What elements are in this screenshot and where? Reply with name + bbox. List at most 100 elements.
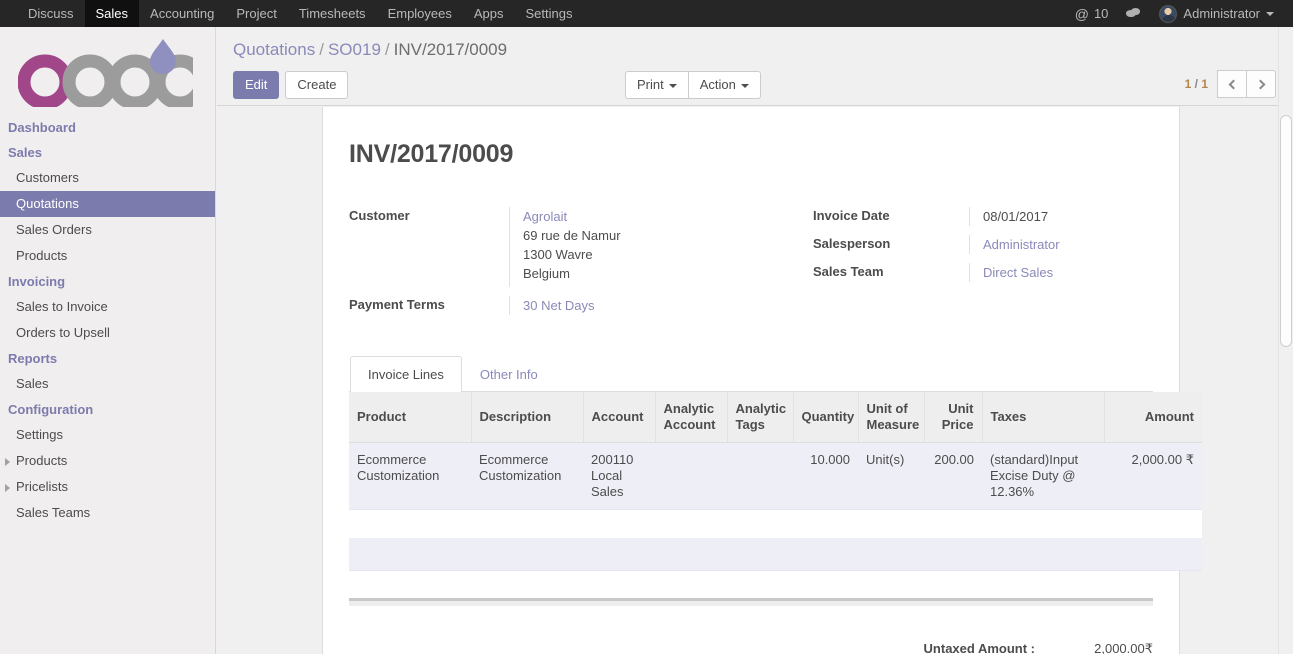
app-menu-settings[interactable]: Settings <box>515 0 584 27</box>
pager-total: 1 <box>1201 77 1208 91</box>
avatar-icon <box>1159 4 1178 23</box>
app-menu-accounting[interactable]: Accounting <box>139 0 225 27</box>
sidebar-item-orders-to-upsell[interactable]: Orders to Upsell <box>0 320 215 346</box>
breadcrumb-separator: / <box>384 40 390 59</box>
sidebar-label: Products <box>16 248 68 263</box>
action-label: Action <box>699 77 736 92</box>
app-menu-discuss[interactable]: Discuss <box>17 0 85 27</box>
invoice-lines-body: Ecommerce Customization Ecommerce Customi… <box>349 442 1202 571</box>
user-menu[interactable]: Administrator <box>1150 0 1283 27</box>
app-menu-apps[interactable]: Apps <box>463 0 515 27</box>
pager-next-button[interactable] <box>1246 70 1276 98</box>
field-label: Sales Team <box>813 264 884 279</box>
caret-right-icon <box>5 458 10 466</box>
field-value: Direct Sales <box>969 263 1153 282</box>
field-value-link[interactable]: Direct Sales <box>983 263 1153 282</box>
column-header-quantity: Quantity <box>793 392 859 443</box>
app-menu-timesheets[interactable]: Timesheets <box>288 0 377 27</box>
sidebar-section-configuration[interactable]: Configuration <box>0 397 215 422</box>
column-header-unit-of-measure: Unit of Measure <box>858 392 925 443</box>
sidebar-label: Customers <box>16 170 79 185</box>
column-header-account: Account <box>583 392 656 443</box>
table-gap <box>349 571 1153 598</box>
sidebar-item-settings[interactable]: Settings <box>0 422 215 448</box>
tab-invoice-lines[interactable]: Invoice Lines <box>350 356 462 392</box>
breadcrumb-item-1[interactable]: Quotations <box>233 40 315 59</box>
sidebar-section-invoicing[interactable]: Invoicing <box>0 269 215 294</box>
field-value: 08/01/2017 <box>969 207 1153 226</box>
field-value-link[interactable]: 30 Net Days <box>523 296 751 315</box>
control-panel: Quotations / SO019/INV/2017/0009 Edit Crea… <box>217 27 1293 106</box>
column-header-unit-price: Unit Price <box>924 392 983 443</box>
sidebar-label: Pricelists <box>16 479 69 494</box>
print-label: Print <box>637 77 664 92</box>
sidebar-item-pricelists[interactable]: Pricelists <box>0 474 215 500</box>
page-scrollbar-thumb[interactable] <box>1280 115 1292 347</box>
field-value-link[interactable]: Agrolait <box>523 207 751 226</box>
field-value: 30 Net Days <box>509 296 751 315</box>
table-row[interactable]: Ecommerce Customization Ecommerce Customi… <box>349 442 1202 510</box>
messages-button[interactable] <box>1117 0 1150 27</box>
page-scrollbar-track[interactable] <box>1278 27 1293 654</box>
sidebar-item-sales[interactable]: Sales <box>0 371 215 397</box>
cell-analytic-tags <box>727 442 793 510</box>
sidebar-section-dashboard[interactable]: Dashboard <box>0 115 215 140</box>
notebook: Invoice Lines Other Info Product Descripti… <box>349 356 1202 654</box>
sidebar-item-sales-orders[interactable]: Sales Orders <box>0 217 215 243</box>
field-label: Customer <box>349 208 410 223</box>
sidebar-section-reports[interactable]: Reports <box>0 346 215 371</box>
user-name: Administrator <box>1183 6 1260 21</box>
tab-other-info[interactable]: Other Info <box>462 356 556 392</box>
app-menu-employees[interactable]: Employees <box>377 0 463 27</box>
pager-previous-button[interactable] <box>1217 70 1247 98</box>
form-sheet: INV/2017/0009 Customer Agrolait 69 rue de … <box>322 107 1202 654</box>
brand-logo-wrap[interactable] <box>0 27 215 112</box>
app-menu-project[interactable]: Project <box>225 0 287 27</box>
field-value-text: 08/01/2017 <box>983 209 1049 224</box>
field-label: Invoice Date <box>813 208 890 223</box>
sidebar-label: Invoicing <box>8 274 66 289</box>
main-content: Quotations / SO019/INV/2017/0009 Edit Crea… <box>217 27 1293 654</box>
edit-button[interactable]: Edit <box>233 71 280 99</box>
field-row-payment-terms: Payment Terms 30 Net Days <box>349 296 751 315</box>
create-button[interactable]: Create <box>285 71 349 99</box>
print-dropdown-button[interactable]: Print <box>625 71 689 99</box>
pager: 1 / 1 <box>1185 70 1276 98</box>
chat-bubble-icon <box>1126 8 1141 19</box>
cell-quantity: 10.000 <box>793 442 858 510</box>
totals-table: Untaxed Amount :2,000.00₹Tax :247.25₹ <box>924 636 1153 654</box>
action-dropdown-button[interactable]: Action <box>687 71 761 99</box>
field-row-salesperson: Salesperson Administrator <box>813 235 1153 254</box>
totals-block: Untaxed Amount :2,000.00₹Tax :247.25₹ <box>349 636 1153 654</box>
column-header-description: Description <box>471 392 584 443</box>
notebook-tabs: Invoice Lines Other Info <box>349 356 1153 392</box>
totals-body: Untaxed Amount :2,000.00₹Tax :247.25₹ <box>924 636 1153 654</box>
mentions-counter[interactable]: @ 10 <box>1066 0 1118 27</box>
sidebar-item-quotations[interactable]: Quotations <box>0 191 215 217</box>
field-value-text: 1300 Wavre <box>523 247 593 262</box>
sidebar-item-sales-teams[interactable]: Sales Teams <box>0 500 215 526</box>
breadcrumb-item-2[interactable]: SO019 <box>328 40 381 59</box>
cell-amount: 2,000.00 ₹ <box>1104 442 1202 510</box>
top-navbar: Discuss Sales Accounting Project Timesheets E… <box>0 0 1293 27</box>
sidebar-item-products[interactable]: Products <box>0 448 215 474</box>
table-empty-row[interactable] <box>349 537 1202 571</box>
at-icon: @ <box>1074 5 1089 22</box>
field-value-link[interactable]: Administrator <box>983 235 1153 254</box>
field-group-left: Customer Agrolait 69 rue de Namur 1300 Wavr… <box>349 207 751 324</box>
sidebar-label: Quotations <box>16 196 79 211</box>
sidebar-section-sales[interactable]: Sales <box>0 140 215 165</box>
sidebar-label: Sales <box>8 145 42 160</box>
sidebar-item-customers[interactable]: Customers <box>0 165 215 191</box>
breadcrumb-separator: / <box>319 40 324 59</box>
cell-account: 200110 Local Sales <box>583 442 655 510</box>
sidebar-item-products[interactable]: Products <box>0 243 215 269</box>
field-group-right: Invoice Date 08/01/2017 Salesperson Adminis… <box>751 207 1153 324</box>
topbar-right-tools: @ 10 Administrator <box>1066 0 1293 27</box>
app-menu-sales[interactable]: Sales <box>84 0 140 27</box>
cell-product: Ecommerce Customization <box>349 442 471 510</box>
column-header-product: Product <box>349 392 472 443</box>
sidebar-item-sales-to-invoice[interactable]: Sales to Invoice <box>0 294 215 320</box>
caret-down-icon <box>668 83 677 88</box>
pager-count[interactable]: 1 / 1 <box>1185 77 1208 91</box>
